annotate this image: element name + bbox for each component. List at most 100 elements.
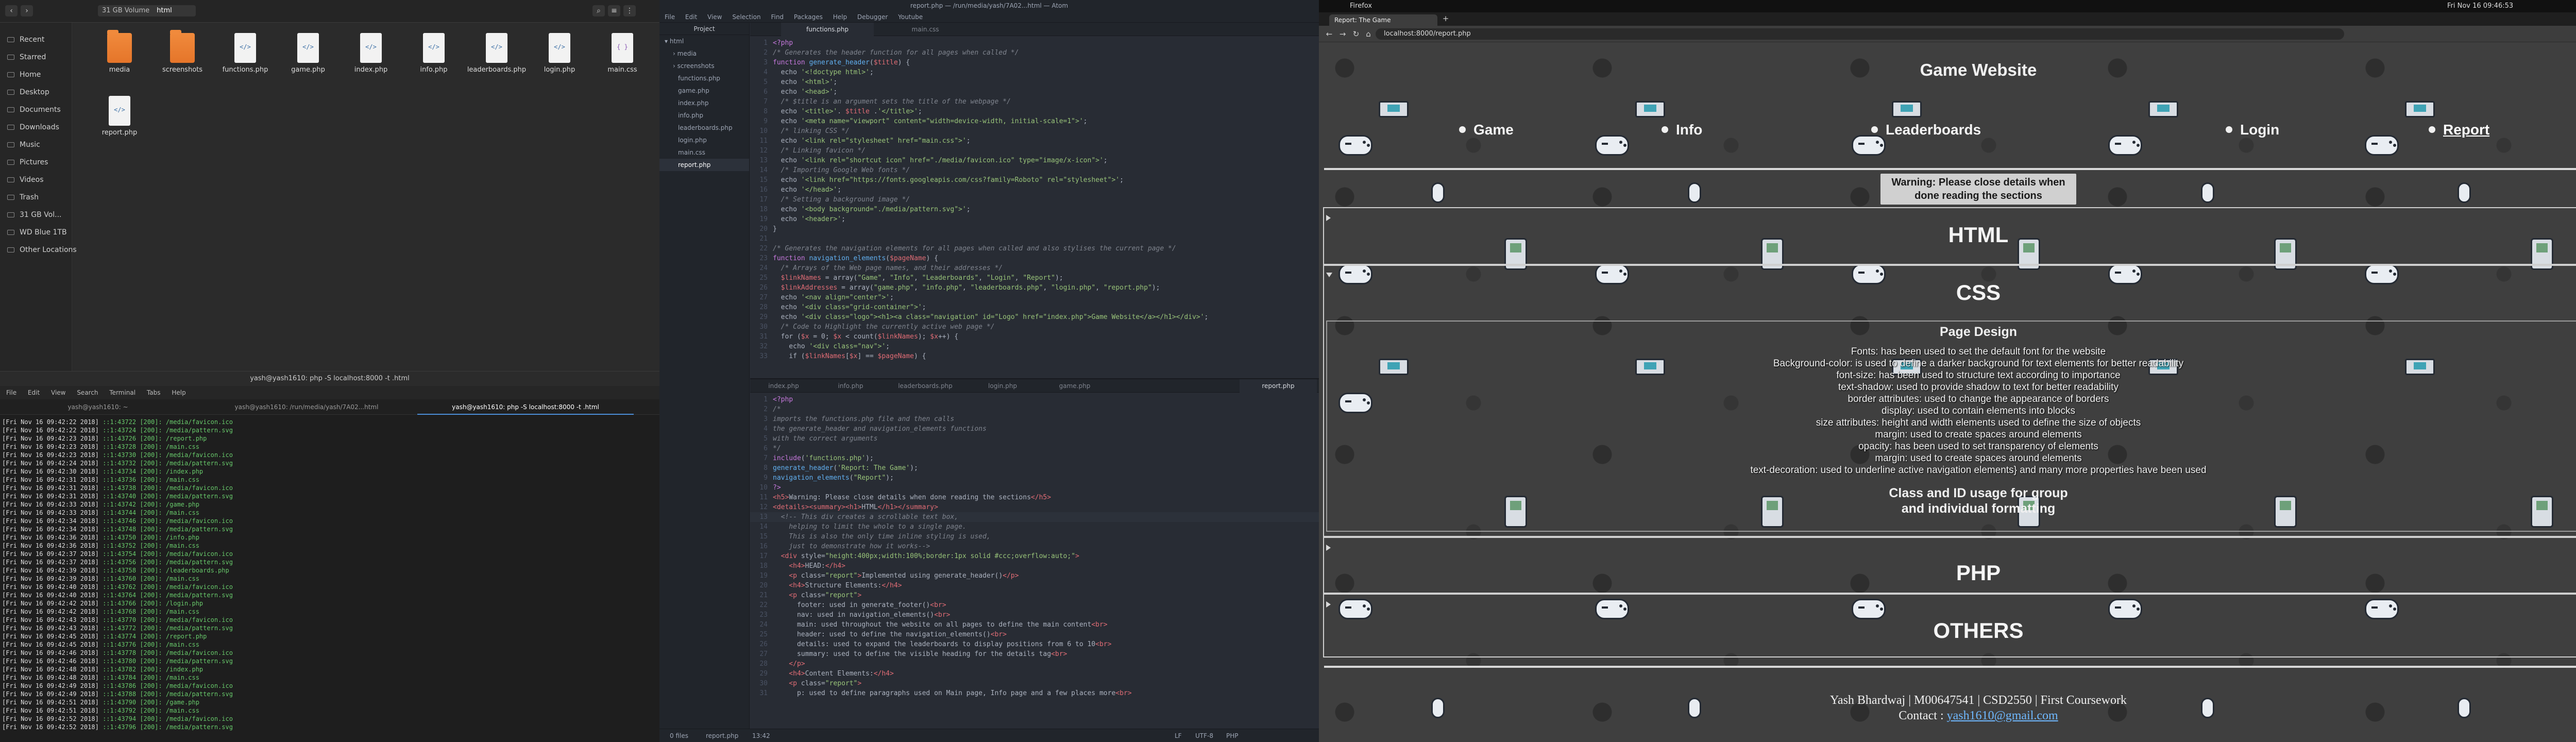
- terminal-output[interactable]: [Fri Nov 16 09:42:22 2018] ::1:43722 [20…: [2, 418, 656, 740]
- sidebar-item-wd-blue[interactable]: WD Blue 1TB: [0, 224, 72, 241]
- terminal-tab[interactable]: yash@yash1610: /run/media/yash/7A02...ht…: [196, 399, 417, 415]
- menu-icon[interactable]: ⋮: [623, 5, 636, 16]
- menu-find[interactable]: Find: [771, 13, 784, 21]
- terminal-tab[interactable]: yash@yash1610: ~: [0, 399, 196, 415]
- home-icon[interactable]: ⌂: [1363, 29, 1374, 39]
- back-icon[interactable]: ‹: [5, 5, 18, 16]
- sidebar-item-downloads[interactable]: Downloads: [0, 119, 72, 136]
- disclosure-triangle-icon[interactable]: [1326, 601, 1331, 608]
- menu-tabs[interactable]: Tabs: [147, 389, 161, 396]
- url-bar[interactable]: localhost:8000/report.php: [1376, 28, 2344, 40]
- forward-icon[interactable]: →: [1337, 29, 1348, 39]
- sidebar-item-desktop[interactable]: Desktop: [0, 83, 72, 101]
- menu-packages[interactable]: Packages: [794, 13, 823, 21]
- tree-file[interactable]: game.php: [659, 85, 749, 97]
- tree-file[interactable]: info.php: [659, 109, 749, 122]
- editor-tab[interactable]: main.css: [879, 23, 972, 36]
- editor-tab[interactable]: info.php: [817, 379, 884, 393]
- sidebar-item-volume[interactable]: 31 GB Vol...: [0, 206, 72, 224]
- sidebar-item-videos[interactable]: Videos: [0, 171, 72, 189]
- file-item[interactable]: main.css: [591, 33, 653, 74]
- disclosure-triangle-icon[interactable]: [1326, 545, 1331, 551]
- disclosure-triangle-icon[interactable]: [1326, 273, 1332, 277]
- back-icon[interactable]: ←: [1324, 29, 1334, 39]
- file-item[interactable]: leaderboards.php: [466, 33, 528, 74]
- search-icon[interactable]: ⌕: [592, 5, 605, 16]
- sidebar-item-recent[interactable]: Recent: [0, 31, 72, 48]
- sidebar-item-trash[interactable]: Trash: [0, 189, 72, 206]
- status-file[interactable]: report.php: [706, 729, 738, 742]
- menu-file[interactable]: File: [665, 13, 675, 21]
- nav-link-leaderboards[interactable]: Leaderboards: [1871, 122, 1981, 138]
- sidebar-item-starred[interactable]: Starred: [0, 48, 72, 66]
- menu-view[interactable]: View: [707, 13, 722, 21]
- site-logo-link[interactable]: Game Website: [1319, 60, 2576, 80]
- terminal-tab-active[interactable]: yash@yash1610: php -S localhost:8000 -t …: [417, 399, 634, 415]
- sidebar-item-music[interactable]: Music: [0, 136, 72, 154]
- tree-file[interactable]: index.php: [659, 97, 749, 109]
- menu-file[interactable]: File: [6, 389, 16, 396]
- editor-tab[interactable]: game.php: [1039, 379, 1111, 393]
- menu-help[interactable]: Help: [172, 389, 185, 396]
- nav-link-report-active[interactable]: Report: [2428, 122, 2489, 138]
- email-link[interactable]: yash1610@gmail.com: [1947, 709, 2058, 722]
- path-current[interactable]: html: [149, 7, 172, 14]
- path-bar[interactable]: 31 GB Volume html: [98, 5, 196, 16]
- tree-folder-html[interactable]: ▾ html: [659, 35, 749, 47]
- menu-search[interactable]: Search: [77, 389, 98, 396]
- sidebar-item-other-locations[interactable]: Other Locations: [0, 241, 77, 259]
- sidebar-item-pictures[interactable]: Pictures: [0, 154, 72, 171]
- menu-youtube[interactable]: Youtube: [898, 13, 923, 21]
- menu-view[interactable]: View: [51, 389, 65, 396]
- tree-file[interactable]: leaderboards.php: [659, 122, 749, 134]
- file-item[interactable]: report.php: [89, 96, 150, 137]
- section-heading-php[interactable]: PHP: [1323, 561, 2576, 585]
- file-item[interactable]: media: [89, 30, 150, 74]
- file-item[interactable]: game.php: [277, 33, 339, 74]
- menu-edit[interactable]: Edit: [685, 13, 697, 21]
- view-list-icon[interactable]: ≡: [608, 5, 620, 16]
- menu-help[interactable]: Help: [833, 13, 847, 21]
- tree-folder-screenshots[interactable]: › screenshots: [659, 60, 749, 72]
- nav-link-login[interactable]: Login: [2225, 122, 2279, 138]
- active-app[interactable]: Firefox: [1350, 0, 1372, 12]
- code-view-report[interactable]: 1 <?php 2/* 3 imports the functions.php fi…: [750, 395, 1319, 698]
- nav-link-info[interactable]: Info: [1661, 122, 1702, 138]
- tree-file-selected[interactable]: report.php: [659, 159, 749, 171]
- code-view-functions[interactable]: 1 <?php 2/* Generates the header function…: [750, 38, 1319, 361]
- section-heading-css[interactable]: CSS: [1323, 280, 2576, 305]
- section-heading-html[interactable]: HTML: [1323, 223, 2576, 247]
- editor-tab-active[interactable]: report.php: [1240, 379, 1317, 393]
- new-tab-icon[interactable]: +: [1440, 13, 1451, 24]
- file-item[interactable]: info.php: [403, 33, 465, 74]
- editor-tab[interactable]: login.php: [967, 379, 1039, 393]
- editor-tab[interactable]: index.php: [750, 379, 817, 393]
- menu-edit[interactable]: Edit: [28, 389, 40, 396]
- clock[interactable]: Fri Nov 16 09:46:53: [2447, 0, 2513, 12]
- tree-folder-media[interactable]: › media: [659, 47, 749, 60]
- file-item[interactable]: login.php: [529, 33, 590, 74]
- git-status[interactable]: 0 files: [670, 729, 688, 742]
- line-ending[interactable]: LF: [1175, 729, 1182, 742]
- tree-file[interactable]: main.css: [659, 146, 749, 159]
- disclosure-triangle-icon[interactable]: [1326, 215, 1331, 221]
- tree-file[interactable]: functions.php: [659, 72, 749, 85]
- file-item[interactable]: functions.php: [214, 33, 276, 74]
- grammar[interactable]: PHP: [1226, 729, 1239, 742]
- editor-tab-active[interactable]: functions.php: [781, 23, 874, 36]
- sidebar-item-home[interactable]: Home: [0, 66, 72, 83]
- section-heading-others[interactable]: OTHERS: [1323, 618, 2576, 643]
- menu-terminal[interactable]: Terminal: [109, 389, 135, 396]
- browser-tab-active[interactable]: Report: The Game: [1329, 14, 1437, 26]
- editor-tab[interactable]: leaderboards.php: [884, 379, 967, 393]
- file-item[interactable]: index.php: [340, 33, 402, 74]
- tree-file[interactable]: login.php: [659, 134, 749, 146]
- forward-icon[interactable]: ›: [21, 5, 33, 16]
- file-item[interactable]: screenshots: [151, 30, 213, 74]
- reload-icon[interactable]: ↻: [1351, 29, 1361, 39]
- path-prefix[interactable]: 31 GB Volume: [102, 7, 149, 14]
- sidebar-item-documents[interactable]: Documents: [0, 101, 72, 119]
- file-encoding[interactable]: UTF-8: [1195, 729, 1213, 742]
- nav-link-game[interactable]: Game: [1459, 122, 1514, 138]
- menu-debugger[interactable]: Debugger: [857, 13, 888, 21]
